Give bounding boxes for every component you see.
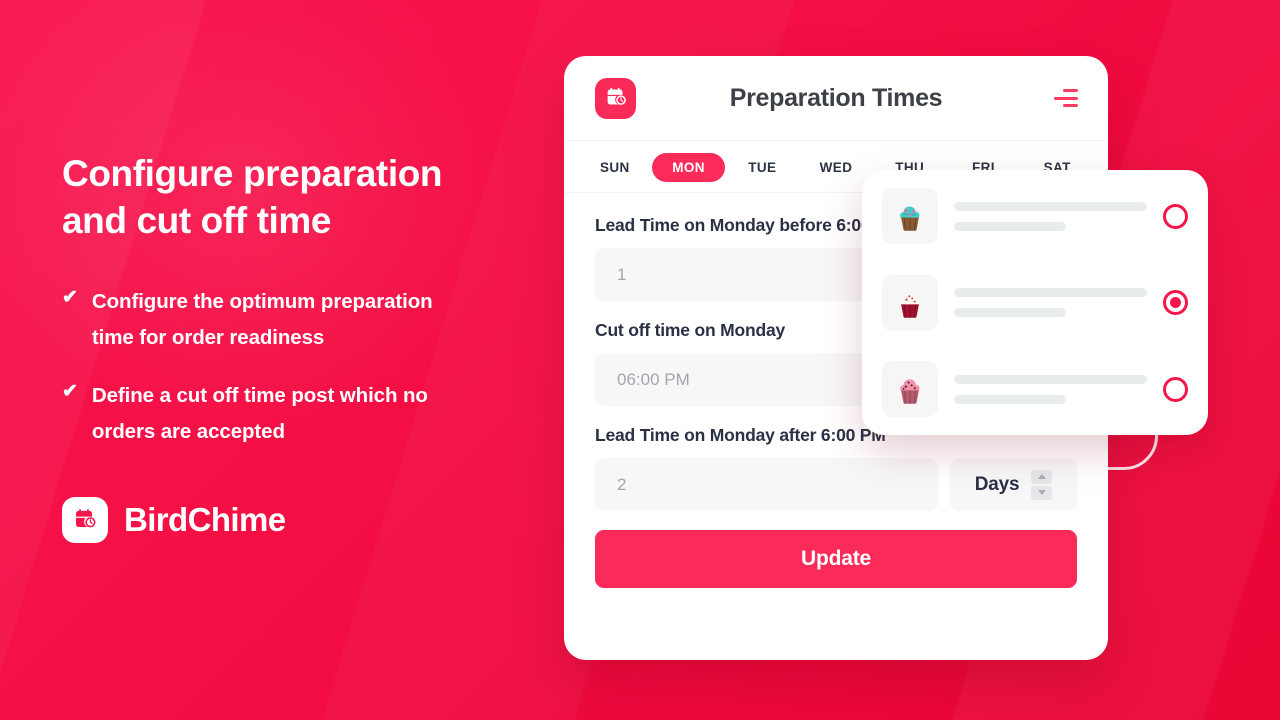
cupcake-red-velvet-icon — [882, 274, 938, 331]
tab-mon[interactable]: MON — [651, 153, 726, 182]
tab-wed[interactable]: WED — [799, 153, 873, 182]
check-icon: ✔ — [62, 287, 78, 308]
calendar-clock-icon — [62, 497, 108, 543]
radio-button[interactable] — [1163, 290, 1188, 315]
chevron-up-icon[interactable] — [1031, 469, 1053, 484]
skeleton-line — [954, 394, 1066, 404]
marketing-panel: Configure preparation and cut off time ✔… — [62, 150, 532, 472]
update-button[interactable]: Update — [595, 530, 1077, 588]
app-title: Preparation Times — [729, 83, 943, 112]
lead-time-after-input[interactable]: 2 — [595, 458, 938, 511]
calendar-clock-icon — [595, 77, 636, 119]
list-item[interactable] — [882, 361, 1188, 417]
bullet-text: Define a cut off time post which no orde… — [91, 384, 428, 443]
text-placeholder-group — [954, 201, 1147, 231]
bullet-text: Configure the optimum preparation time f… — [91, 290, 433, 349]
app-header: Preparation Times — [564, 56, 1108, 141]
chevron-down-icon[interactable] — [1031, 485, 1053, 500]
list-item[interactable] — [882, 274, 1188, 331]
text-placeholder-group — [954, 374, 1147, 404]
check-icon: ✔ — [62, 381, 78, 402]
list-item: ✔ Configure the optimum preparation time… — [62, 284, 532, 356]
list-item[interactable] — [882, 188, 1188, 244]
cupcake-pink-chocolate-chip-icon — [882, 361, 938, 417]
unit-stepper-group: Days — [950, 458, 1077, 511]
headline-line-1: Configure preparation — [62, 153, 443, 194]
product-list-card — [862, 170, 1208, 435]
skeleton-line — [954, 374, 1147, 384]
brand-logo: BirdChime — [62, 497, 286, 543]
skeleton-line — [954, 221, 1066, 231]
quantity-stepper[interactable] — [1031, 469, 1053, 500]
tab-tue[interactable]: TUE — [725, 153, 799, 182]
cupcake-teal-frosting-icon — [882, 188, 938, 244]
radio-button[interactable] — [1163, 376, 1188, 402]
skeleton-line — [954, 201, 1147, 211]
text-placeholder-group — [954, 288, 1147, 317]
lead-time-after-row: 2 Days — [595, 458, 1077, 511]
feature-bullet-list: ✔ Configure the optimum preparation time… — [62, 284, 532, 450]
promo-banner: Configure preparation and cut off time ✔… — [0, 0, 1280, 720]
list-item: ✔ Define a cut off time post which no or… — [62, 378, 532, 450]
page-title: Configure preparation and cut off time — [62, 150, 532, 244]
skeleton-line — [954, 288, 1147, 297]
brand-name: BirdChime — [124, 501, 286, 538]
unit-label: Days — [974, 473, 1020, 495]
radio-button[interactable] — [1163, 203, 1188, 229]
tab-sun[interactable]: SUN — [578, 153, 652, 182]
headline-line-2: and cut off time — [62, 200, 332, 241]
skeleton-line — [954, 308, 1066, 317]
hamburger-menu-icon[interactable] — [1054, 89, 1078, 107]
